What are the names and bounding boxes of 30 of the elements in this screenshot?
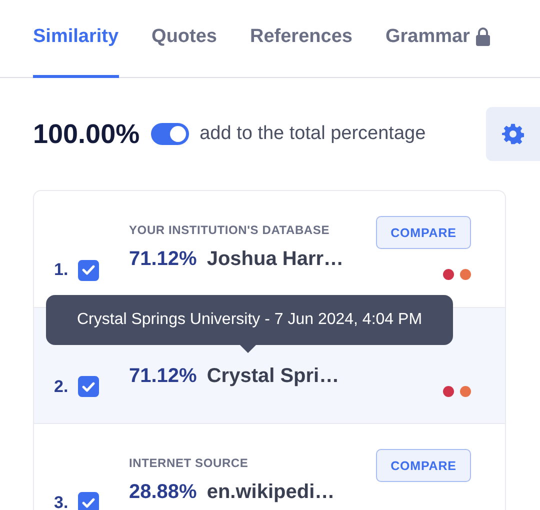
- tab[interactable]: Quotes: [152, 0, 217, 78]
- checkbox[interactable]: [78, 492, 100, 510]
- source-name: en.wikipedi…: [206, 481, 335, 504]
- toggle-label: add to the total percentage: [200, 123, 426, 145]
- source-number: 2.: [54, 376, 68, 396]
- source-category: INTERNET SOURCE: [129, 456, 250, 470]
- source-number: 3.: [54, 492, 68, 510]
- match-percentage: 71.12%: [129, 248, 197, 271]
- checkmark-icon: [82, 265, 96, 275]
- source-name: Joshua Harr…: [206, 248, 344, 271]
- match-percentage: 28.88%: [129, 481, 197, 504]
- source-category: YOUR INSTITUTION'S DATABASE: [129, 223, 331, 237]
- checkbox[interactable]: [78, 376, 100, 397]
- compare-button[interactable]: COMPARE: [376, 449, 471, 482]
- tab[interactable]: References: [250, 0, 352, 78]
- total-percentage: 100.00%: [33, 118, 140, 150]
- toggle-switch[interactable]: [150, 123, 189, 145]
- compare-button[interactable]: COMPARE: [376, 216, 471, 249]
- match-percentage: 71.12%: [129, 365, 197, 388]
- checkbox[interactable]: [78, 260, 100, 280]
- settings-icon: [502, 123, 524, 145]
- source-number: 1.: [54, 260, 68, 280]
- source-name: Crystal Spri…: [206, 365, 340, 388]
- tooltip-pointer: [240, 345, 256, 353]
- tab[interactable]: Grammar: [385, 0, 491, 78]
- checkmark-icon: [82, 382, 96, 392]
- tab[interactable]: Similarity: [33, 0, 119, 78]
- tooltip: Crystal Springs University - 7 Jun 2024, 4:04 PM: [46, 295, 453, 345]
- checkmark-icon: [82, 498, 96, 508]
- settings-button[interactable]: [486, 107, 540, 161]
